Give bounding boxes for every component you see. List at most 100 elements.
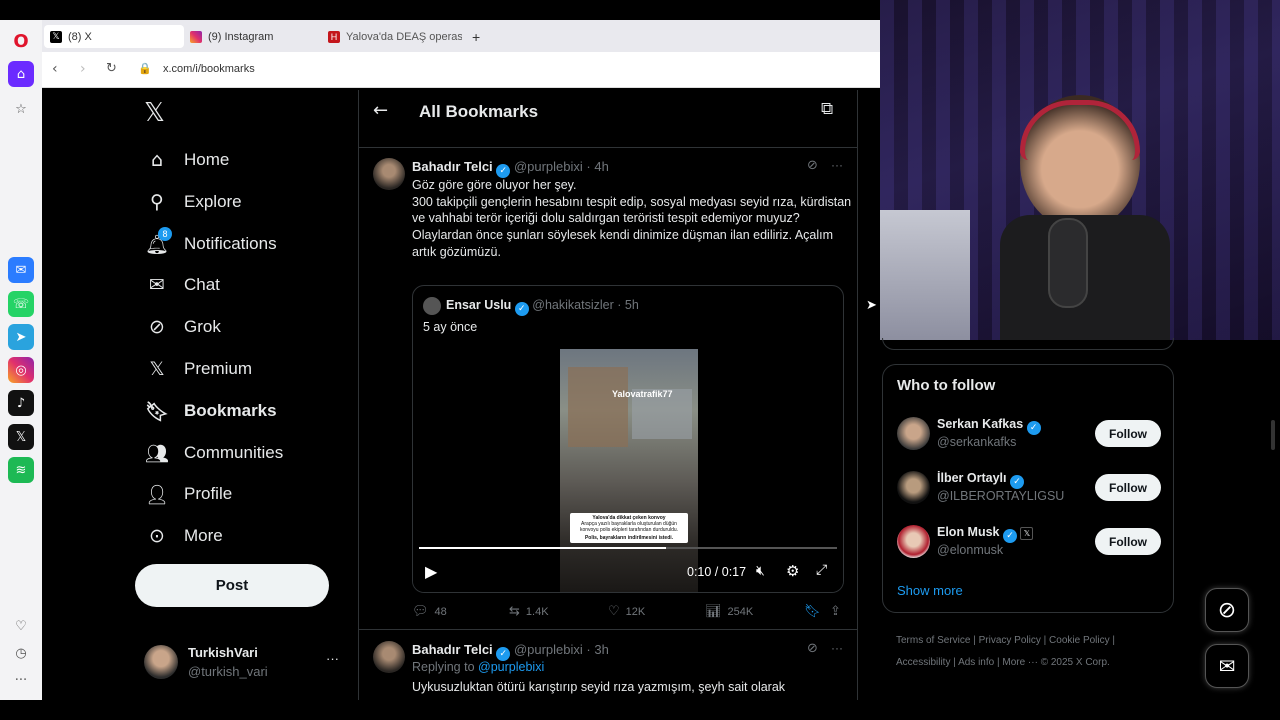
footer-link-terms[interactable]: Terms of Service: [896, 635, 970, 646]
footer: Terms of Service | Privacy Policy | Cook…: [896, 635, 1116, 668]
tiktok-icon[interactable]: ♪: [8, 390, 34, 416]
add-folder-icon[interactable]: ⧉: [821, 99, 833, 119]
avatar: [144, 645, 178, 679]
replying-handle-link[interactable]: @purplebixi: [478, 660, 544, 674]
sidebar-item-premium[interactable]: 𝕏 Premium: [144, 351, 252, 387]
share-icon: ⇪: [830, 604, 841, 619]
follow-suggestion[interactable]: Elon Musk ✓ 𝕏 @elonmusk Follow: [897, 523, 1161, 563]
whatsapp-icon[interactable]: ☏: [8, 291, 34, 317]
avatar[interactable]: [897, 525, 930, 558]
star-icon[interactable]: ☆: [8, 96, 34, 122]
author-name[interactable]: Bahadır Telci: [412, 642, 493, 657]
author-handle[interactable]: @purplebixi: [514, 159, 583, 174]
follow-button[interactable]: Follow: [1095, 420, 1161, 447]
tab-title: Yalova'da DEAŞ operasyonu: [346, 30, 462, 43]
sidebar-item-communities[interactable]: 👥︎ Communities: [144, 435, 283, 471]
follow-button[interactable]: Follow: [1095, 474, 1161, 501]
author-handle[interactable]: @purplebixi: [514, 642, 583, 657]
x-logo-icon: 𝕏: [149, 358, 165, 380]
settings-icon[interactable]: ⚙: [786, 562, 799, 580]
avatar[interactable]: [373, 641, 405, 673]
home-icon[interactable]: ⌂: [8, 61, 34, 87]
scrollbar[interactable]: [1271, 420, 1275, 450]
more-icon[interactable]: ···: [8, 667, 34, 693]
new-tab-button[interactable]: +: [468, 25, 490, 48]
timestamp[interactable]: · 3h: [586, 642, 608, 657]
user-name: Serkan Kafkas ✓: [937, 417, 1041, 435]
avatar[interactable]: [897, 417, 930, 450]
account-handle: @turkish_vari: [188, 664, 268, 679]
caption-footer: Polis, bayrakların indirilmesini istedi.: [584, 535, 674, 541]
heart-icon[interactable]: ♡: [8, 613, 34, 639]
people-icon: 👥︎: [144, 442, 170, 465]
views-button[interactable]: 📊︎ 254K: [705, 604, 753, 619]
footer-link-accessibility[interactable]: Accessibility: [896, 657, 950, 668]
sidebar-item-home[interactable]: ⌂ Home: [144, 142, 229, 178]
like-button[interactable]: ♡ 12K: [608, 604, 645, 619]
footer-link-cookies[interactable]: Cookie Policy: [1049, 635, 1110, 646]
tweet[interactable]: Bahadır Telci ✓ @purplebixi · 4h ⊘ ··· G…: [359, 148, 857, 630]
sidebar-item-profile[interactable]: 👤︎ Profile: [144, 476, 232, 512]
tab-title: (8) X: [68, 30, 92, 43]
sidebar-item-grok[interactable]: ⊘ Grok: [144, 309, 221, 345]
reload-icon[interactable]: ↻: [106, 61, 117, 76]
timestamp[interactable]: · 4h: [586, 159, 608, 174]
sidebar-item-bookmarks[interactable]: 🔖︎ Bookmarks: [144, 393, 277, 429]
video-progress-track[interactable]: [419, 547, 837, 549]
follow-suggestion[interactable]: İlber Ortaylı ✓ @ILBERORTAYLIGSU Follow: [897, 469, 1161, 509]
post-button[interactable]: Post: [135, 564, 329, 607]
back-arrow-icon[interactable]: ←: [373, 100, 388, 121]
quote-tweet[interactable]: Ensar Uslu ✓ @hakikatsizler · 5h 5 ay ön…: [412, 285, 844, 593]
x-logo-icon[interactable]: 𝕏: [144, 98, 165, 128]
page-title: All Bookmarks: [419, 102, 539, 121]
account-switcher[interactable]: TurkishVari @turkish_vari ···: [144, 643, 344, 683]
tweet[interactable]: Bahadır Telci ✓ @purplebixi · 3h ⊘ ··· R…: [359, 631, 857, 700]
opera-logo-icon[interactable]: O: [8, 28, 34, 54]
sidebar-item-notifications[interactable]: 🔔︎ 8 Notifications: [144, 226, 277, 262]
back-icon[interactable]: ‹: [52, 61, 58, 77]
sidebar-item-more[interactable]: ⊙ More: [144, 518, 223, 554]
sidebar-item-chat[interactable]: ✉ Chat: [144, 267, 220, 303]
show-more-link[interactable]: Show more: [897, 583, 963, 598]
telegram-icon[interactable]: ➤: [8, 324, 34, 350]
messenger-icon[interactable]: ✉: [8, 257, 34, 283]
url-field[interactable]: x.com/i/bookmarks: [163, 63, 255, 75]
grok-icon[interactable]: ⊘: [807, 158, 818, 173]
forward-icon[interactable]: ›: [80, 61, 86, 77]
share-button[interactable]: ⇪: [830, 604, 841, 619]
user-handle: @serkankafks: [937, 435, 1017, 449]
play-icon[interactable]: ▶: [425, 562, 437, 581]
history-icon[interactable]: ◷: [8, 640, 34, 666]
tweet-header: Bahadır Telci ✓ @purplebixi · 4h: [412, 159, 609, 178]
repost-button[interactable]: ⇆ 1.4K: [509, 604, 549, 619]
reply-button[interactable]: 💬︎ 48: [412, 604, 447, 619]
avatar[interactable]: [373, 158, 405, 190]
more-icon[interactable]: ···: [326, 651, 339, 666]
more-icon[interactable]: ···: [831, 641, 843, 655]
spotify-icon[interactable]: ≋: [8, 457, 34, 483]
mail-icon[interactable]: ✉: [1205, 644, 1249, 688]
x-logo-icon[interactable]: 𝕏: [8, 424, 34, 450]
x-app: 𝕏 ⌂ Home ⚲ Explore 🔔︎ 8 Notifications ✉ …: [44, 90, 880, 700]
tab-instagram[interactable]: (9) Instagram: [184, 25, 324, 48]
instagram-icon[interactable]: ◎: [8, 357, 34, 383]
bookmark-button[interactable]: 🔖︎: [804, 604, 821, 619]
avatar[interactable]: [897, 471, 930, 504]
door-shape: [880, 210, 970, 340]
video-player[interactable]: Yalovatrafik77 Yalova'da dikkat çeken ko…: [413, 344, 843, 592]
follow-button[interactable]: Follow: [1095, 528, 1161, 555]
more-icon[interactable]: ···: [831, 158, 843, 172]
author-name[interactable]: Bahadır Telci: [412, 159, 493, 174]
tab-x[interactable]: 𝕏 (8) X: [44, 25, 184, 48]
fullscreen-icon[interactable]: ⤢: [816, 562, 827, 578]
sidebar-item-explore[interactable]: ⚲ Explore: [144, 184, 242, 220]
footer-link-privacy[interactable]: Privacy Policy: [979, 635, 1041, 646]
footer-link-ads[interactable]: Ads info: [958, 657, 994, 668]
follow-suggestion[interactable]: Serkan Kafkas ✓ @serkankafks Follow: [897, 415, 1161, 455]
footer-link-more[interactable]: More ···: [1002, 657, 1038, 668]
sidebar-item-label: Chat: [184, 275, 220, 294]
mute-icon[interactable]: 🔇︎: [756, 563, 765, 579]
grok-icon[interactable]: ⊘: [807, 641, 818, 656]
tab-news[interactable]: H Yalova'da DEAŞ operasyonu: [322, 25, 462, 48]
grok-icon[interactable]: ⊘: [1205, 588, 1249, 632]
